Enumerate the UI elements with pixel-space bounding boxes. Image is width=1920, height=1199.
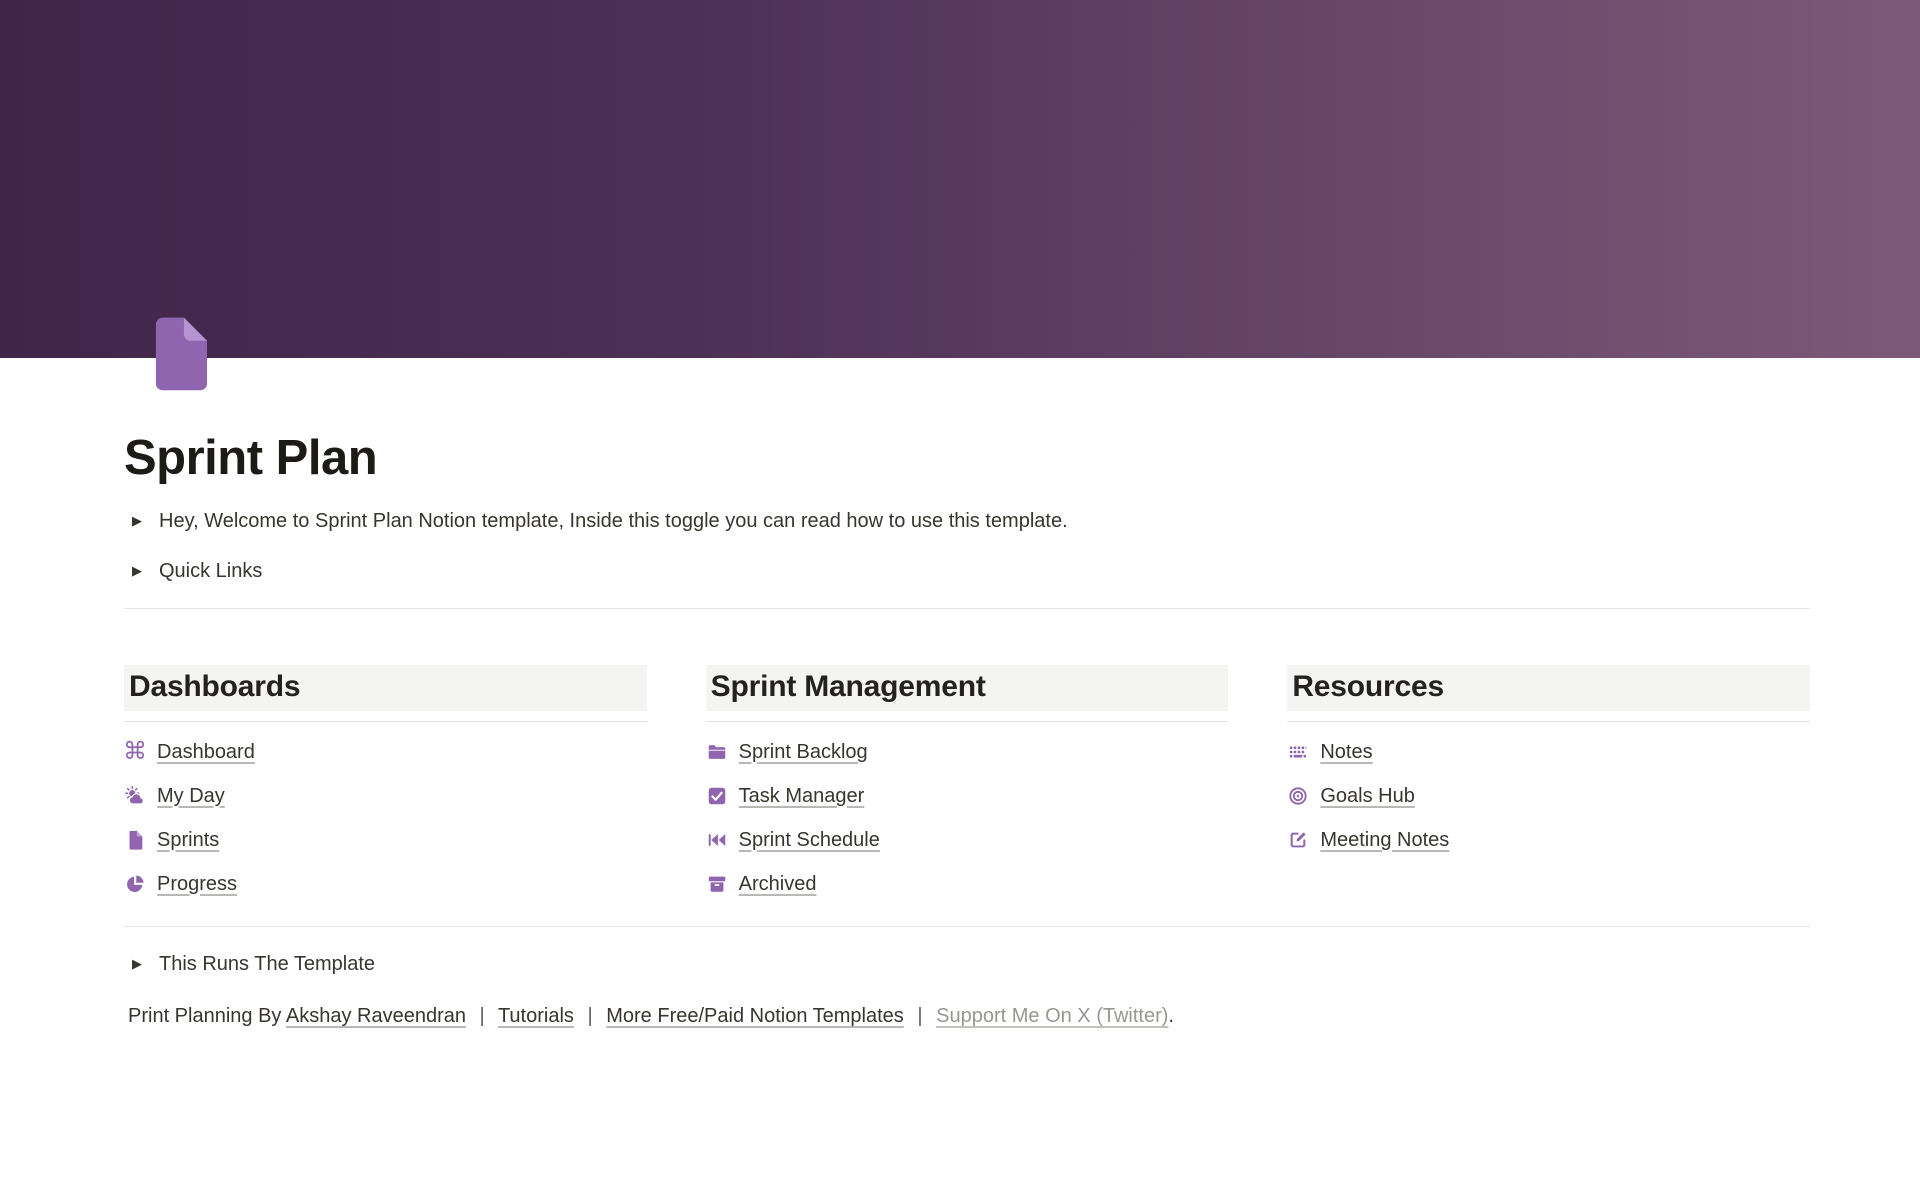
page-link-goals-hub[interactable]: Goals Hub xyxy=(1287,784,1810,808)
divider xyxy=(124,926,1810,927)
folder-icon xyxy=(706,741,728,763)
page-link-meeting-notes[interactable]: Meeting Notes xyxy=(1287,828,1810,852)
link-list: ⌘ Dashboard xyxy=(124,740,647,896)
footer-period: . xyxy=(1168,1005,1174,1027)
column-resources: Resources Notes xyxy=(1287,665,1810,896)
toggle-welcome: ▶ Hey, Welcome to Sprint Plan Notion tem… xyxy=(124,506,1810,536)
divider xyxy=(706,721,1229,722)
toggle-triangle-icon[interactable]: ▶ xyxy=(128,954,146,974)
toggle-runs-template: ▶ This Runs The Template xyxy=(124,949,1810,979)
divider xyxy=(124,721,647,722)
page-title: Sprint Plan xyxy=(124,430,1810,486)
page-link-task-manager[interactable]: Task Manager xyxy=(706,784,1229,808)
page-link-label: Meeting Notes xyxy=(1320,829,1449,852)
footer-separator: | xyxy=(587,1005,592,1027)
archive-icon xyxy=(706,873,728,895)
page-link-label: My Day xyxy=(157,785,225,808)
toggle-runs-template-text: This Runs The Template xyxy=(159,949,375,979)
toggle-quick-links: ▶ Quick Links xyxy=(124,556,1810,586)
page-icon xyxy=(124,829,146,851)
footer-prefix: Print Planning By xyxy=(128,1005,286,1027)
page-link-label: Dashboard xyxy=(157,741,255,764)
toggle-triangle-icon[interactable]: ▶ xyxy=(128,561,146,581)
checkbox-icon xyxy=(706,785,728,807)
page-link-sprints[interactable]: Sprints xyxy=(124,828,647,852)
page-link-my-day[interactable]: My Day xyxy=(124,784,647,808)
footer-link-templates[interactable]: More Free/Paid Notion Templates xyxy=(606,1005,904,1027)
section-heading: Dashboards xyxy=(124,665,647,711)
pie-chart-icon xyxy=(124,873,146,895)
page-link-dashboard[interactable]: ⌘ Dashboard xyxy=(124,740,647,764)
rewind-icon xyxy=(706,829,728,851)
section-heading: Sprint Management xyxy=(706,665,1229,711)
page-link-label: Notes xyxy=(1320,741,1372,764)
page-link-sprint-schedule[interactable]: Sprint Schedule xyxy=(706,828,1229,852)
toggle-quick-links-text: Quick Links xyxy=(159,556,262,586)
target-icon xyxy=(1287,785,1309,807)
page-link-label: Goals Hub xyxy=(1320,785,1415,808)
purple-page-icon[interactable] xyxy=(146,316,212,392)
page-link-label: Sprint Backlog xyxy=(739,741,868,764)
columns: Dashboards ⌘ Dashboard xyxy=(124,665,1810,896)
page-link-label: Task Manager xyxy=(739,785,865,808)
footer: Print Planning By Akshay Raveendran | Tu… xyxy=(124,1001,1810,1031)
footer-separator: | xyxy=(480,1005,485,1027)
divider xyxy=(124,608,1810,609)
sun-cloud-icon xyxy=(124,785,146,807)
keyboard-icon xyxy=(1287,741,1309,763)
compose-icon xyxy=(1287,829,1309,851)
footer-link-author[interactable]: Akshay Raveendran xyxy=(286,1005,466,1027)
command-icon: ⌘ xyxy=(124,741,146,763)
page-link-sprint-backlog[interactable]: Sprint Backlog xyxy=(706,740,1229,764)
footer-link-support-x[interactable]: Support Me On X (Twitter) xyxy=(936,1005,1168,1027)
page-link-notes[interactable]: Notes xyxy=(1287,740,1810,764)
page-link-label: Sprints xyxy=(157,829,219,852)
page-link-label: Sprint Schedule xyxy=(739,829,880,852)
toggle-triangle-icon[interactable]: ▶ xyxy=(128,511,146,531)
page-link-label: Archived xyxy=(739,873,817,896)
page-link-archived[interactable]: Archived xyxy=(706,872,1229,896)
section-heading: Resources xyxy=(1287,665,1810,711)
divider xyxy=(1287,721,1810,722)
column-sprint-management: Sprint Management Sprint Backlog xyxy=(706,665,1229,896)
footer-link-tutorials[interactable]: Tutorials xyxy=(498,1005,574,1027)
link-list: Notes Goals Hub xyxy=(1287,740,1810,852)
link-list: Sprint Backlog Task Manager xyxy=(706,740,1229,896)
page-link-label: Progress xyxy=(157,873,237,896)
page-body: Sprint Plan ▶ Hey, Welcome to Sprint Pla… xyxy=(0,430,1920,1091)
cover-image xyxy=(0,0,1920,358)
toggle-welcome-text: Hey, Welcome to Sprint Plan Notion templ… xyxy=(159,506,1068,536)
footer-separator: | xyxy=(917,1005,922,1027)
column-dashboards: Dashboards ⌘ Dashboard xyxy=(124,665,647,896)
page-link-progress[interactable]: Progress xyxy=(124,872,647,896)
